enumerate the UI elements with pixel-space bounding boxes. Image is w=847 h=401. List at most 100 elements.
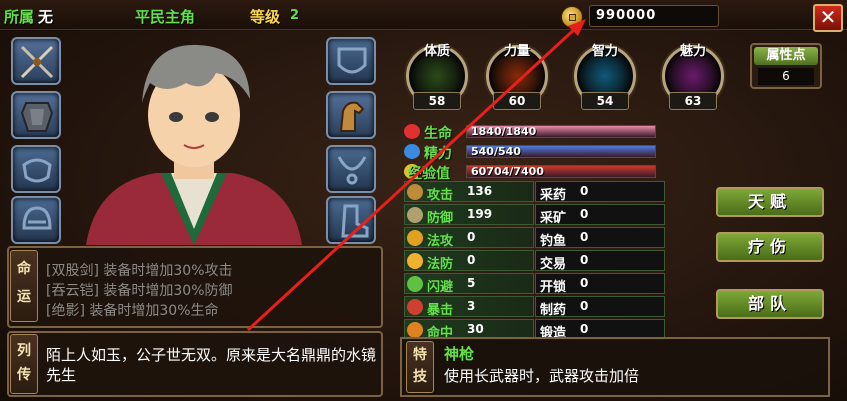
helmet-icon [22, 206, 52, 230]
coin-icon [561, 6, 583, 28]
special-skill-description: 使用长武器时，武器攻击加倍 [444, 367, 640, 385]
attribute-orb-value: 60 [493, 92, 541, 110]
attribute-orb-value: 63 [669, 92, 717, 110]
combat-stat-row: 防御 199 [404, 204, 534, 226]
biography-tag: 列传 [10, 334, 38, 394]
combat-stat-row: 暴击 3 [404, 296, 534, 318]
accessory-slot[interactable] [11, 145, 61, 193]
rank-label: 平民主角 [135, 8, 196, 26]
gold-display: 990000 [561, 3, 721, 29]
special-tag: 特技 [406, 341, 434, 393]
status-bar-row: 生命 1840/1840 [402, 122, 664, 142]
horse-icon [339, 101, 365, 132]
life-skill-row: 交易 0 [535, 250, 665, 272]
biography-tag-text: 列传 [17, 343, 31, 383]
combat-stat-row: 闪避 5 [404, 273, 534, 295]
combat-stat-name: 防御 [427, 211, 454, 226]
talent-button[interactable]: 天赋 [716, 187, 824, 217]
combat-stat-icon [407, 184, 423, 200]
biography-text: 陌上人如玉，公子世无双。原来是大名鼎鼎的水镜先生 [46, 346, 377, 384]
status-bar-text: 60704/7400 [471, 165, 544, 178]
level-label: 等级 [250, 8, 281, 26]
status-bar-track: 60704/7400 [466, 165, 656, 178]
status-bar-label: 经验值 [408, 166, 450, 182]
life-skill-value: 0 [580, 276, 589, 290]
shield-slot[interactable] [326, 37, 376, 85]
close-button[interactable]: ✕ [813, 4, 843, 32]
character-portrait [66, 33, 322, 245]
boots-icon [341, 204, 369, 238]
status-bar-label: 精力 [424, 146, 452, 162]
life-skill-value: 0 [580, 253, 589, 267]
life-skill-row: 采药 0 [535, 181, 665, 203]
heart-icon [404, 124, 420, 139]
status-bar-row: 经验值 60704/7400 [402, 162, 664, 182]
helmet-slot[interactable] [11, 196, 61, 244]
attribute-orb-label: 智力 [591, 44, 618, 59]
attribute-orb-value: 58 [413, 92, 461, 110]
combat-stat-icon [407, 253, 423, 269]
combat-stat-icon [407, 230, 423, 246]
necklace-slot[interactable] [326, 145, 376, 193]
attribute-orb-label: 魅力 [679, 44, 706, 59]
status-bar-text: 1840/1840 [471, 125, 537, 138]
attribute-orb-label: 体质 [423, 44, 450, 59]
shield-icon [337, 47, 367, 74]
life-skill-name: 采药 [540, 188, 567, 203]
status-bar-label: 生命 [424, 126, 452, 142]
destiny-line-3: [绝影] 装备时增加30%生命 [46, 303, 219, 319]
special-skill-panel: 特技 神枪 使用长武器时，武器攻击加倍 [400, 337, 830, 397]
destiny-tag: 命运 [10, 250, 38, 322]
combat-stat-row: 法攻 0 [404, 227, 534, 249]
bracer-icon [22, 158, 52, 183]
combat-stat-icon [407, 207, 423, 223]
combat-stat-row: 攻击 136 [404, 181, 534, 203]
mount-slot[interactable] [326, 91, 376, 139]
life-skill-value: 0 [580, 322, 589, 336]
combat-stat-value: 136 [467, 184, 493, 198]
status-bar-track: 1840/1840 [466, 125, 656, 138]
boots-slot[interactable] [326, 196, 376, 244]
combat-stat-value: 3 [467, 299, 476, 313]
life-skill-value: 0 [580, 230, 589, 244]
crossed-weapons-icon [20, 45, 54, 79]
armor-icon [20, 102, 54, 132]
heal-button[interactable]: 疗伤 [716, 232, 824, 262]
faction-value: 无 [38, 8, 54, 26]
life-skill-name: 开锁 [540, 280, 567, 295]
combat-stat-icon [407, 299, 423, 315]
troops-button[interactable]: 部队 [716, 289, 824, 319]
combat-stat-value: 199 [467, 207, 493, 221]
combat-stat-icon [407, 276, 423, 292]
life-skill-value: 0 [580, 299, 589, 313]
life-skill-row: 制药 0 [535, 296, 665, 318]
combat-stat-name: 法攻 [427, 234, 454, 249]
armor-slot[interactable] [11, 91, 61, 139]
combat-stat-value: 30 [467, 322, 484, 336]
life-skill-name: 制药 [540, 303, 567, 318]
combat-stat-name: 闪避 [427, 280, 454, 295]
combat-stat-value: 0 [467, 253, 476, 267]
character-screen: 所属 无 平民主角 等级 2 990000 ✕ 命运 [双股剑] 装备时增加30… [0, 0, 847, 401]
combat-stat-name: 暴击 [427, 303, 454, 318]
attribute-points: 属性点 6 [750, 43, 822, 89]
weapon-slot[interactable] [11, 37, 61, 85]
destiny-line-2: [吞云铠] 装备时增加30%防御 [46, 283, 233, 299]
life-skill-row: 开锁 0 [535, 273, 665, 295]
life-skill-value: 0 [580, 207, 589, 221]
combat-stat-row: 法防 0 [404, 250, 534, 272]
gold-amount: 990000 [589, 5, 719, 27]
attribute-orb-label: 力量 [503, 44, 530, 59]
life-skill-name: 钓鱼 [540, 234, 567, 249]
necklace-icon [337, 156, 367, 185]
combat-stat-icon [407, 322, 423, 338]
status-bar-track: 540/540 [466, 145, 656, 158]
destiny-line-1: [双股剑] 装备时增加30%攻击 [46, 263, 233, 279]
combat-stat-name: 攻击 [427, 188, 454, 203]
destiny-tag-text: 命运 [17, 261, 31, 305]
life-skill-name: 交易 [540, 257, 567, 272]
special-tag-text: 特技 [413, 347, 427, 385]
status-bar-row: 精力 540/540 [402, 142, 664, 162]
energy-icon [404, 144, 420, 159]
faction-label: 所属 [4, 8, 35, 26]
